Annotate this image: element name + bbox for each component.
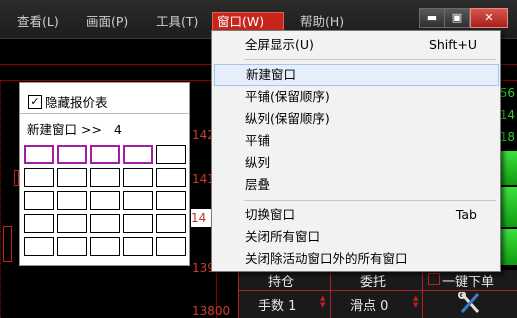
menu-help[interactable]: 帮助(H) <box>296 13 348 30</box>
close-button[interactable]: ✕ <box>470 8 508 28</box>
divider-line <box>422 270 423 318</box>
layout-cell[interactable] <box>123 168 153 187</box>
order-label[interactable]: 委托 <box>360 271 386 290</box>
menu-item-tile[interactable]: 平铺 <box>214 130 497 152</box>
lots-label[interactable]: 手数 1 <box>258 295 296 314</box>
buy-button[interactable] <box>499 186 517 228</box>
layout-cell[interactable] <box>57 237 87 256</box>
layout-cell[interactable] <box>156 237 186 256</box>
restore-button[interactable]: ▣ <box>444 8 470 28</box>
menu-item-close-all[interactable]: 关闭所有窗口 <box>214 226 497 248</box>
layout-cell[interactable] <box>90 145 120 164</box>
current-price-tag: 14 <box>191 209 213 227</box>
layout-cell[interactable] <box>156 191 186 210</box>
minimize-button[interactable]: ▬ <box>419 8 445 28</box>
window-menu-dropdown: 全屏显示(U) Shift+U 新建窗口 平铺(保留顺序) 纵列(保留顺序) 平… <box>211 30 501 272</box>
layout-cell[interactable] <box>123 191 153 210</box>
menu-item-label: 关闭除活动窗口外的所有窗口 <box>245 251 408 266</box>
menu-item-shortcut: Shift+U <box>428 37 477 52</box>
price-label: 13800 <box>192 304 231 318</box>
menu-item-switch-window[interactable]: 切换窗口 Tab <box>214 204 497 226</box>
menu-item-label: 层叠 <box>245 177 271 192</box>
menu-window[interactable]: 窗口(W) <box>212 12 284 31</box>
restore-icon: ▣ <box>451 11 463 24</box>
menu-item-cascade[interactable]: 层叠 <box>214 174 497 196</box>
buy-button[interactable] <box>499 228 517 266</box>
layout-cell[interactable] <box>57 168 87 187</box>
quote-value: 14 <box>499 108 515 122</box>
menu-item-label: 关闭所有窗口 <box>245 229 321 244</box>
layout-cell[interactable] <box>156 214 186 233</box>
settings-tools-icon[interactable] <box>458 292 482 314</box>
menu-item-fullscreen[interactable]: 全屏显示(U) Shift+U <box>214 34 497 56</box>
divider-line <box>238 270 239 318</box>
hide-quote-checkbox[interactable]: ✓ <box>28 94 42 109</box>
menu-item-label: 纵列 <box>245 155 271 170</box>
menu-screen[interactable]: 画面(P) <box>82 13 132 30</box>
lots-stepper[interactable]: ▲ ▼ <box>320 295 325 309</box>
menu-item-tile-keep-order[interactable]: 平铺(保留顺序) <box>214 86 497 108</box>
quote-value: 56 <box>499 86 515 100</box>
minimize-icon: ▬ <box>426 11 438 24</box>
candle <box>3 226 12 262</box>
menu-separator <box>244 200 496 201</box>
new-window-panel: ✓ 隐藏报价表 新建窗口 >> 4 <box>19 82 190 266</box>
layout-cell[interactable] <box>24 145 54 164</box>
menu-item-label: 切换窗口 <box>245 207 296 222</box>
checkmark-icon: ✓ <box>30 94 40 108</box>
divider-line <box>20 113 189 114</box>
layout-cell[interactable] <box>24 191 54 210</box>
layout-cell[interactable] <box>123 145 153 164</box>
menu-separator <box>244 59 496 60</box>
layout-cell[interactable] <box>156 168 186 187</box>
menu-item-close-others[interactable]: 关闭除活动窗口外的所有窗口 <box>214 248 497 270</box>
slippage-label[interactable]: 滑点 0 <box>350 295 388 314</box>
menu-item-columns[interactable]: 纵列 <box>214 152 497 174</box>
layout-cell[interactable] <box>156 145 186 164</box>
trade-bar: 持仓 委托 一键下单 手数 1 ▲ ▼ 滑点 0 ▲ ▼ <box>238 270 517 318</box>
menu-item-label: 平铺(保留顺序) <box>245 89 330 104</box>
menu-view[interactable]: 查看(L) <box>13 13 63 30</box>
new-window-label: 新建窗口 >> <box>27 122 102 137</box>
layout-cell[interactable] <box>123 214 153 233</box>
divider-line <box>238 290 517 291</box>
hide-quote-label: 隐藏报价表 <box>45 95 108 110</box>
menu-item-shortcut: Tab <box>455 207 477 222</box>
layout-cell[interactable] <box>90 237 120 256</box>
layout-cell[interactable] <box>57 214 87 233</box>
menu-item-label: 新建窗口 <box>246 67 297 82</box>
buy-button[interactable] <box>499 150 517 186</box>
menu-item-new-window[interactable]: 新建窗口 <box>214 64 499 86</box>
grid-line <box>0 80 1 318</box>
one-click-checkbox[interactable] <box>428 273 440 285</box>
quote-value: 18 <box>499 130 515 144</box>
new-window-row: 新建窗口 >> 4 <box>27 119 122 138</box>
menu-item-label: 纵列(保留顺序) <box>245 111 330 126</box>
layout-cell[interactable] <box>90 214 120 233</box>
close-icon: ✕ <box>484 11 494 24</box>
layout-cell[interactable] <box>57 191 87 210</box>
layout-cell[interactable] <box>57 145 87 164</box>
slippage-stepper[interactable]: ▲ ▼ <box>413 295 418 309</box>
one-click-order-label[interactable]: 一键下单 <box>442 271 494 290</box>
hide-quote-table-option[interactable]: ✓ 隐藏报价表 <box>28 92 108 111</box>
menu-item-columns-keep-order[interactable]: 纵列(保留顺序) <box>214 108 497 130</box>
layout-cell[interactable] <box>24 237 54 256</box>
layout-cell[interactable] <box>24 214 54 233</box>
layout-cell[interactable] <box>90 191 120 210</box>
menu-item-label: 全屏显示(U) <box>245 37 314 52</box>
layout-cell[interactable] <box>24 168 54 187</box>
layout-cell[interactable] <box>90 168 120 187</box>
layout-cell[interactable] <box>123 237 153 256</box>
new-window-count: 4 <box>113 122 122 137</box>
position-label[interactable]: 持仓 <box>268 271 294 290</box>
divider-line <box>330 270 331 318</box>
menu-item-label: 平铺 <box>245 133 271 148</box>
menu-tools[interactable]: 工具(T) <box>152 13 202 30</box>
